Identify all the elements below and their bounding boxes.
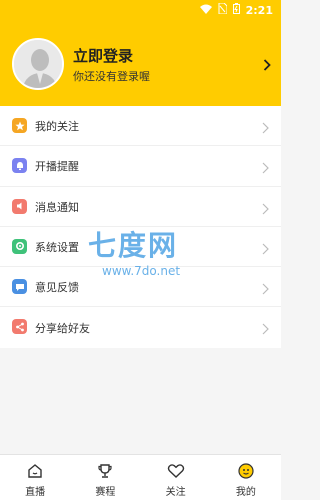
trophy-icon xyxy=(97,463,113,483)
profile-icon xyxy=(238,463,254,483)
menu-item-live-reminder[interactable]: 开播提醒 xyxy=(0,146,281,187)
chevron-right-icon xyxy=(262,240,269,259)
chevron-right-icon xyxy=(262,159,269,178)
menu-label: 我的关注 xyxy=(35,120,79,134)
settings-menu: 我的关注 开播提醒 消息通知 系统设置 意见反馈 分享给好友 xyxy=(0,106,281,348)
login-title[interactable]: 立即登录 xyxy=(73,45,133,66)
tab-label: 直播 xyxy=(25,487,46,498)
chevron-right-icon xyxy=(262,119,269,138)
tab-mine[interactable]: 我的 xyxy=(211,455,281,500)
battery-icon xyxy=(232,3,240,17)
login-subtitle: 你还没有登录喔 xyxy=(73,70,150,83)
menu-item-my-follows[interactable]: 我的关注 xyxy=(0,106,281,147)
login-header[interactable]: 立即登录 你还没有登录喔 xyxy=(0,20,281,106)
status-time: 2:21 xyxy=(245,3,273,17)
home-icon xyxy=(27,463,43,483)
menu-item-system-settings[interactable]: 系统设置 xyxy=(0,227,281,268)
menu-label: 系统设置 xyxy=(35,241,79,255)
avatar-placeholder-icon xyxy=(14,40,62,88)
menu-item-notifications[interactable]: 消息通知 xyxy=(0,187,281,227)
share-icon xyxy=(12,319,27,335)
chevron-right-icon[interactable] xyxy=(263,56,271,75)
wifi-icon xyxy=(199,4,212,17)
chat-bubble-icon xyxy=(12,279,27,295)
gear-icon xyxy=(12,238,27,254)
menu-label: 消息通知 xyxy=(35,200,79,214)
tab-label: 我的 xyxy=(235,487,256,498)
no-sim-icon xyxy=(218,2,228,17)
menu-item-share[interactable]: 分享给好友 xyxy=(0,307,281,347)
chevron-right-icon xyxy=(262,320,269,339)
tab-label: 赛程 xyxy=(95,487,116,498)
menu-item-feedback[interactable]: 意见反馈 xyxy=(0,267,281,308)
menu-label: 意见反馈 xyxy=(35,281,79,295)
menu-label: 开播提醒 xyxy=(35,160,79,174)
star-icon xyxy=(12,118,27,133)
avatar[interactable] xyxy=(12,38,64,90)
heart-icon xyxy=(167,463,184,483)
tab-follow[interactable]: 关注 xyxy=(141,455,211,500)
status-icons: 2:21 xyxy=(199,2,273,17)
tab-label: 关注 xyxy=(165,487,186,498)
bell-icon xyxy=(12,158,27,174)
chevron-right-icon xyxy=(262,280,269,299)
menu-label: 分享给好友 xyxy=(35,321,90,335)
speaker-icon xyxy=(12,198,27,214)
bottom-tab-bar: 直播 赛程 关注 我的 xyxy=(0,454,281,500)
tab-live[interactable]: 直播 xyxy=(0,455,70,500)
chevron-right-icon xyxy=(262,200,269,219)
tab-schedule[interactable]: 赛程 xyxy=(70,455,140,500)
status-bar: 2:21 xyxy=(0,0,281,20)
